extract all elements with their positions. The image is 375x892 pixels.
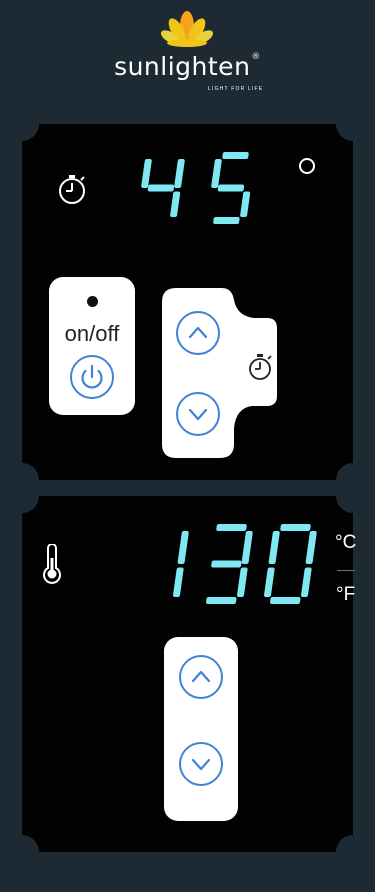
power-button[interactable]: [70, 355, 114, 399]
digit-segment: [305, 531, 317, 564]
digit-segment: [268, 531, 280, 564]
temp-down-button[interactable]: [179, 742, 223, 786]
unit-celsius[interactable]: °C: [335, 532, 356, 554]
timer-up-button[interactable]: [176, 311, 220, 355]
panel-corner-notch: [336, 479, 370, 513]
chevron-down-icon: [191, 758, 211, 771]
digit-segment: [206, 597, 237, 604]
digit-segment: [177, 531, 189, 564]
brand-tagline: LIGHT FOR LIFE: [208, 86, 264, 92]
power-card: on/off: [49, 277, 135, 415]
temp-adjust-card: [164, 637, 238, 821]
digit-segment: [213, 217, 240, 224]
unit-divider: [337, 570, 355, 571]
brand-header: sunlighten® LIGHT FOR LIFE: [0, 0, 375, 120]
digit-segment: [217, 184, 245, 192]
timer-display: [141, 152, 251, 224]
power-indicator-dot: [87, 296, 98, 307]
temperature-panel: °C °F: [5, 479, 370, 869]
digit-segment: [170, 191, 181, 217]
chevron-down-icon: [188, 408, 208, 421]
timer-panel: on/off: [5, 107, 370, 497]
digit-segment: [173, 567, 184, 597]
power-label: on/off: [64, 321, 120, 346]
chevron-up-icon: [191, 670, 211, 683]
panel-corner-notch: [5, 107, 39, 141]
digit-segment: [241, 531, 253, 564]
digit-segment: [264, 567, 275, 597]
temp-up-button[interactable]: [179, 655, 223, 699]
digit-segment: [270, 597, 301, 604]
panel-corner-notch: [336, 107, 370, 141]
unit-fahrenheit[interactable]: °F: [336, 584, 355, 606]
timer-degree-indicator: [299, 158, 315, 174]
stopwatch-icon: [249, 354, 272, 380]
digit-segment: [280, 524, 311, 531]
digit-segment: [216, 524, 247, 531]
digit-segment: [141, 159, 152, 188]
panel-corner-notch: [336, 835, 370, 869]
power-icon: [81, 364, 103, 389]
timer-down-button[interactable]: [176, 392, 220, 436]
panel-corner-notch: [5, 479, 39, 513]
stopwatch-icon: [59, 175, 85, 204]
digit-segment: [222, 152, 249, 159]
digit-segment: [237, 567, 248, 597]
digit-segment: [147, 184, 175, 192]
digit-segment: [301, 567, 312, 597]
digit-segment: [211, 159, 222, 188]
temperature-display: [173, 524, 317, 604]
digit-segment: [240, 191, 251, 217]
digit-segment: [174, 159, 185, 188]
brand-wordmark: sunlighten®: [114, 52, 261, 81]
panel-corner-notch: [5, 835, 39, 869]
digit-segment: [211, 560, 242, 568]
chevron-up-icon: [188, 326, 208, 339]
thermometer-icon: [43, 544, 61, 584]
lotus-logo-icon: [160, 11, 214, 47]
timer-adjust-card: [162, 288, 302, 458]
